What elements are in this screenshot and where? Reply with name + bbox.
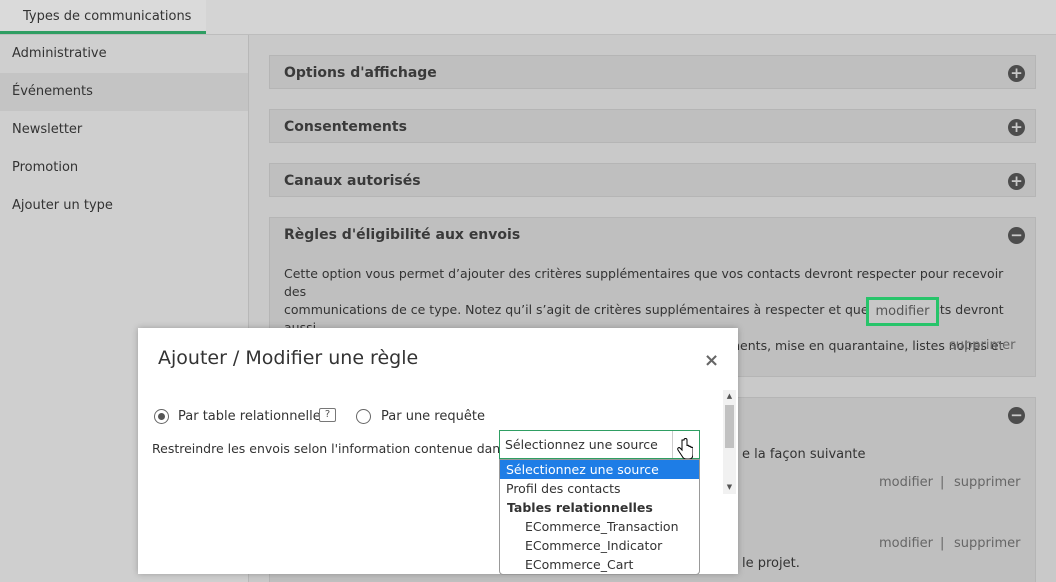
close-icon[interactable]: ×	[704, 350, 719, 371]
panel-title: Consentements	[284, 119, 407, 135]
select-value: Sélectionnez une source	[505, 437, 658, 452]
plus-circle-icon[interactable]: +	[1008, 173, 1025, 190]
modal-title: Ajouter / Modifier une règle	[158, 347, 419, 369]
source-select[interactable]: Sélectionnez une source	[499, 430, 700, 459]
panel-title: Règles d'éligibilité aux envois	[284, 227, 521, 243]
radio-relational-table[interactable]	[154, 409, 169, 424]
separator: |	[940, 536, 945, 551]
panel-title: Options d'affichage	[284, 65, 437, 81]
modify-link[interactable]: modifier	[879, 536, 933, 551]
dropdown-option-contacts-profile[interactable]: Profil des contacts	[500, 479, 699, 498]
delete-link[interactable]: supprimer	[949, 338, 1015, 353]
panel-display-options[interactable]: Options d'affichage +	[269, 55, 1036, 89]
delete-link[interactable]: supprimer	[954, 475, 1020, 490]
description-line: Cette option vous permet d’ajouter des c…	[284, 266, 1004, 299]
scroll-up-icon[interactable]: ▲	[723, 390, 736, 403]
plus-circle-icon[interactable]: +	[1008, 65, 1025, 82]
dropdown-option-select-source[interactable]: Sélectionnez une source	[500, 460, 699, 479]
top-tab-bar: Types de communications	[0, 0, 1056, 35]
rule-text-partial: e la façon suivante	[742, 447, 866, 462]
plus-circle-icon[interactable]: +	[1008, 119, 1025, 136]
sidebar-item-promotion[interactable]: Promotion	[0, 149, 248, 187]
sidebar-item-add-type[interactable]: Ajouter un type	[0, 187, 248, 225]
panel-consents[interactable]: Consentements +	[269, 109, 1036, 143]
source-dropdown-list: Sélectionnez une source Profil des conta…	[499, 459, 700, 575]
dropdown-option-ecommerce-cart[interactable]: ECommerce_Cart	[500, 555, 699, 574]
minus-circle-icon[interactable]: −	[1008, 227, 1025, 244]
panel-channels[interactable]: Canaux autorisés +	[269, 163, 1036, 197]
minus-circle-icon[interactable]: −	[1008, 407, 1025, 424]
sidebar-item-administrative[interactable]: Administrative	[0, 35, 248, 73]
dropdown-option-ecommerce-indicator[interactable]: ECommerce_Indicator	[500, 536, 699, 555]
restrict-label: Restreindre les envois selon l'informati…	[152, 441, 507, 456]
scroll-thumb[interactable]	[725, 405, 734, 448]
separator: |	[940, 475, 945, 490]
sidebar-item-events[interactable]: Événements	[0, 73, 248, 111]
help-icon[interactable]: ?	[319, 408, 336, 422]
radio-query-label[interactable]: Par une requête	[381, 409, 485, 424]
modify-link[interactable]: modifier	[879, 475, 933, 490]
radio-relational-table-label[interactable]: Par table relationnelle	[178, 409, 321, 424]
dropdown-option-ecommerce-transaction[interactable]: ECommerce_Transaction	[500, 517, 699, 536]
dropdown-group-relational-tables: Tables relationnelles	[507, 500, 653, 515]
rule-text-partial: le projet.	[742, 556, 800, 571]
scroll-down-icon[interactable]: ▼	[723, 481, 736, 494]
tab-communication-types[interactable]: Types de communications	[0, 0, 206, 34]
radio-query[interactable]	[356, 409, 371, 424]
delete-link[interactable]: supprimer	[954, 536, 1020, 551]
modify-link-highlighted[interactable]: modifier	[866, 297, 939, 326]
sidebar-item-newsletter[interactable]: Newsletter	[0, 111, 248, 149]
modal-scrollbar[interactable]: ▲ ▼	[723, 390, 736, 494]
panel-title: Canaux autorisés	[284, 173, 421, 189]
